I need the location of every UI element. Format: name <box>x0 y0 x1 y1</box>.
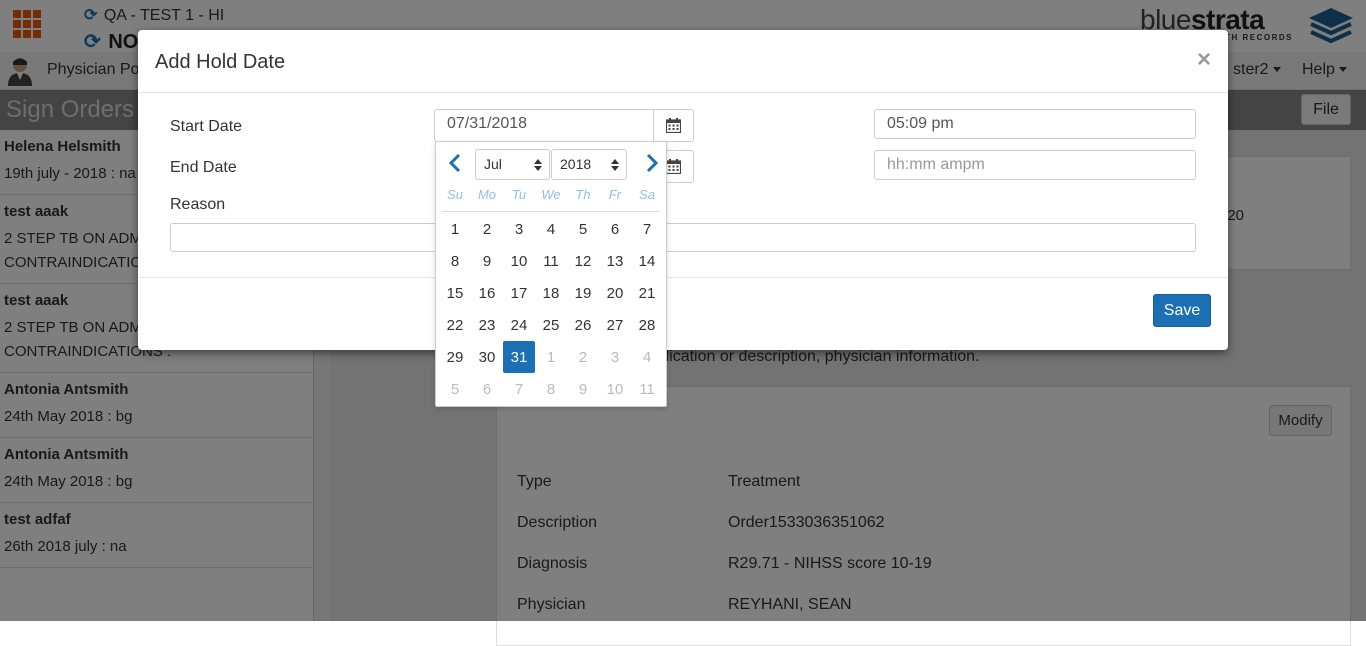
reason-input[interactable] <box>170 223 1196 252</box>
calendar-day[interactable]: 27 <box>599 309 631 341</box>
calendar-day[interactable]: 30 <box>471 341 503 373</box>
calendar-day[interactable]: 5 <box>439 373 471 405</box>
start-date-calendar-button[interactable] <box>653 109 694 142</box>
calendar-day[interactable]: 8 <box>439 245 471 277</box>
datepicker-popup: Jul 2018 Su Mo Tu We Th Fr Sa 1234567891… <box>435 141 667 407</box>
calendar-day[interactable]: 10 <box>503 245 535 277</box>
weekday-label: Sa <box>639 187 655 202</box>
calendar-day[interactable]: 16 <box>471 277 503 309</box>
calendar-day[interactable]: 4 <box>631 341 663 373</box>
calendar-day[interactable]: 9 <box>567 373 599 405</box>
calendar-day[interactable]: 19 <box>567 277 599 309</box>
calendar-day[interactable]: 3 <box>599 341 631 373</box>
weekday-label: Su <box>447 187 463 202</box>
calendar-day[interactable]: 8 <box>535 373 567 405</box>
weekday-label: Fr <box>608 187 622 202</box>
calendar-icon <box>666 159 681 174</box>
calendar-day[interactable]: 18 <box>535 277 567 309</box>
save-button[interactable]: Save <box>1153 294 1211 327</box>
calendar-day[interactable]: 1 <box>439 213 471 245</box>
start-date-input[interactable]: 07/31/2018 <box>434 109 654 142</box>
calendar-day[interactable]: 23 <box>471 309 503 341</box>
reason-label: Reason <box>170 196 226 213</box>
updown-arrows-icon <box>611 159 619 171</box>
weekday-label: Th <box>575 187 591 202</box>
calendar-day[interactable]: 29 <box>439 341 471 373</box>
year-select[interactable]: 2018 <box>551 149 627 180</box>
weekday-header: Su Mo Tu We Th Fr Sa <box>439 187 663 202</box>
calendar-day-selected[interactable]: 31 <box>503 341 535 373</box>
calendar-day[interactable]: 17 <box>503 277 535 309</box>
weekday-label: We <box>541 187 561 202</box>
calendar-day[interactable]: 22 <box>439 309 471 341</box>
calendar-day[interactable]: 28 <box>631 309 663 341</box>
month-select[interactable]: Jul <box>475 149 550 180</box>
start-time-input[interactable]: 05:09 pm <box>874 109 1196 139</box>
calendar-day[interactable]: 7 <box>503 373 535 405</box>
calendar-day[interactable]: 15 <box>439 277 471 309</box>
calendar-day[interactable]: 24 <box>503 309 535 341</box>
updown-arrows-icon <box>534 159 542 171</box>
calendar-icon <box>666 118 681 133</box>
calendar-day[interactable]: 9 <box>471 245 503 277</box>
calendar-day[interactable]: 21 <box>631 277 663 309</box>
calendar-day[interactable]: 13 <box>599 245 631 277</box>
weekday-divider <box>442 211 660 212</box>
close-icon[interactable]: × <box>1197 48 1211 72</box>
start-date-label: Start Date <box>170 118 243 135</box>
chevron-left-icon[interactable] <box>445 152 465 174</box>
calendar-day[interactable]: 6 <box>471 373 503 405</box>
end-time-input[interactable]: hh:mm ampm <box>874 150 1196 180</box>
calendar-day[interactable]: 12 <box>567 245 599 277</box>
calendar-day[interactable]: 7 <box>631 213 663 245</box>
end-date-label: End Date <box>170 159 237 176</box>
calendar-day[interactable]: 26 <box>567 309 599 341</box>
calendar-day[interactable]: 14 <box>631 245 663 277</box>
dialog-title: Add Hold Date <box>155 51 286 73</box>
calendar-day[interactable]: 2 <box>567 341 599 373</box>
calendar-day[interactable]: 3 <box>503 213 535 245</box>
calendar-day[interactable]: 6 <box>599 213 631 245</box>
weekday-label: Tu <box>511 187 527 202</box>
calendar-day[interactable]: 4 <box>535 213 567 245</box>
dialog-header: Add Hold Date × <box>138 30 1228 93</box>
chevron-right-icon[interactable] <box>642 152 662 174</box>
calendar-day[interactable]: 20 <box>599 277 631 309</box>
calendar-day[interactable]: 1 <box>535 341 567 373</box>
calendar-day[interactable]: 11 <box>631 373 663 405</box>
weekday-label: Mo <box>477 187 497 202</box>
calendar-day[interactable]: 25 <box>535 309 567 341</box>
add-hold-date-dialog: Add Hold Date × Start Date 07/31/2018 05… <box>138 30 1228 350</box>
calendar-day[interactable]: 10 <box>599 373 631 405</box>
calendar-day[interactable]: 5 <box>567 213 599 245</box>
dialog-footer: Save <box>138 277 1228 350</box>
calendar-day[interactable]: 2 <box>471 213 503 245</box>
calendar-day[interactable]: 11 <box>535 245 567 277</box>
day-grid: 1 2 3 4 5 6 7 8 9 10 11 12 13 14 15 16 17 18 19 20 21 22 23 24 2… <box>439 213 663 405</box>
